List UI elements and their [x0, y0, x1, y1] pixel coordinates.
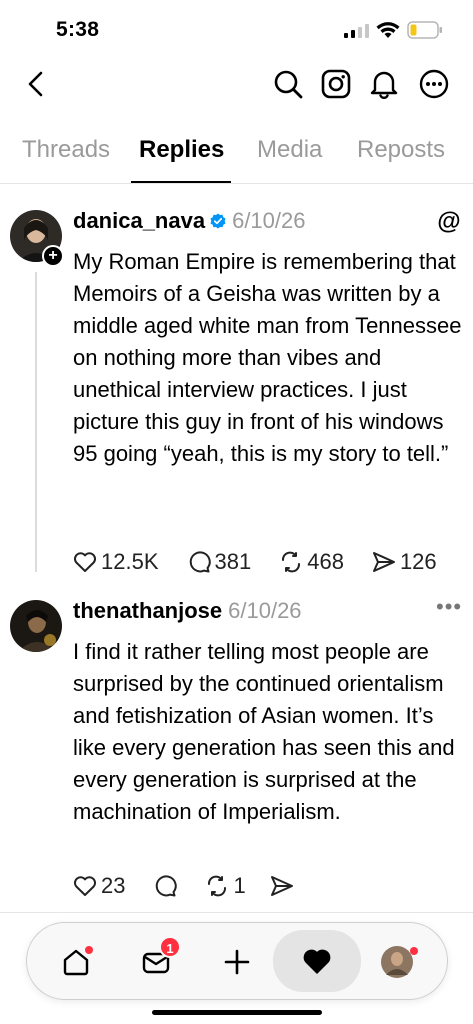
repost-button[interactable]: 468: [279, 549, 344, 575]
post-actions: 12.5K 381 468 126: [73, 548, 437, 576]
status-bar: 5:38: [0, 0, 473, 54]
avatar-image: [10, 600, 62, 652]
repost-count: 1: [233, 873, 246, 898]
post-date: 6/10/26: [228, 598, 302, 623]
search-button[interactable]: [270, 66, 306, 102]
comment-icon: [189, 551, 211, 573]
instagram-button[interactable]: [318, 66, 354, 102]
repost-icon: [208, 875, 227, 897]
inbox-tab[interactable]: 1: [131, 936, 181, 987]
cellular-signal-icon: [344, 24, 369, 38]
share-button[interactable]: [270, 875, 298, 897]
repost-button[interactable]: 1: [205, 873, 246, 899]
new-post-tab[interactable]: [212, 937, 262, 987]
home-tab[interactable]: [51, 937, 101, 987]
post-actions: 23 1: [73, 872, 298, 900]
instagram-icon: [321, 69, 351, 99]
send-icon: [372, 552, 395, 572]
avatar[interactable]: [10, 600, 62, 652]
verified-badge-icon: [210, 213, 226, 229]
tab-threads[interactable]: Threads: [22, 136, 110, 164]
profile-notification-dot: [410, 947, 418, 955]
username[interactable]: thenathanjose: [73, 598, 222, 624]
like-count: 23: [101, 873, 126, 898]
like-button[interactable]: 12.5K: [73, 549, 159, 575]
repost-icon: [282, 551, 301, 573]
tab-replies[interactable]: Replies: [139, 136, 224, 164]
inbox-badge: 1: [159, 936, 181, 958]
threads-logo-icon: @: [437, 208, 461, 235]
thread-post[interactable]: thenathanjose 6/10/26 ••• I find it rath…: [0, 586, 473, 906]
tab-reposts[interactable]: Reposts: [357, 136, 445, 164]
profile-avatar: [381, 946, 413, 978]
more-horizontal-icon[interactable]: •••: [436, 594, 462, 620]
username[interactable]: danica_nava: [73, 208, 205, 234]
comment-button[interactable]: [153, 874, 181, 898]
comment-button[interactable]: 381: [187, 549, 252, 575]
chevron-left-icon: [28, 71, 43, 97]
top-nav-bar: [0, 60, 473, 110]
home-notification-dot: [85, 946, 93, 954]
heart-icon: [73, 876, 97, 896]
bottom-tab-bar: 1: [26, 922, 448, 1000]
home-indicator: [152, 1010, 322, 1015]
post-date: 6/10/26: [232, 208, 306, 233]
tab-media[interactable]: Media: [257, 136, 322, 164]
follow-plus-badge[interactable]: +: [42, 245, 64, 267]
thread-connector-line: [35, 272, 37, 572]
send-icon: [270, 876, 293, 896]
post-header: danica_nava 6/10/26: [73, 208, 305, 234]
profile-tabs: Threads Replies Media Reposts: [0, 132, 473, 184]
wifi-icon: [376, 22, 400, 38]
feed-divider: [0, 912, 473, 913]
search-icon: [274, 70, 303, 99]
battery-low-icon: [407, 21, 442, 39]
share-count: 126: [399, 549, 437, 574]
profile-tab[interactable]: [372, 937, 422, 987]
back-button[interactable]: [18, 66, 54, 102]
more-circle-icon: [419, 69, 449, 99]
plus-icon: [224, 949, 250, 975]
comment-count: 381: [214, 549, 252, 574]
status-time: 5:38: [56, 18, 100, 41]
active-tab-indicator: [131, 181, 231, 183]
heart-icon: [303, 949, 331, 974]
post-text: My Roman Empire is remembering that Memo…: [73, 249, 462, 466]
repost-count: 468: [307, 549, 344, 574]
thread-post[interactable]: + danica_nava 6/10/26 @ My Roman Empire …: [0, 196, 473, 586]
like-button[interactable]: 23: [73, 873, 125, 899]
like-count: 12.5K: [101, 549, 159, 574]
notifications-button[interactable]: [366, 66, 402, 102]
comment-icon: [156, 875, 178, 897]
bell-icon: [370, 71, 398, 99]
more-options-button[interactable]: [416, 66, 452, 102]
heart-icon: [73, 552, 97, 572]
activity-tab[interactable]: [273, 930, 361, 992]
share-button[interactable]: 126: [372, 549, 437, 575]
post-header: thenathanjose 6/10/26: [73, 598, 302, 624]
post-text: I find it rather telling most people are…: [73, 639, 455, 824]
